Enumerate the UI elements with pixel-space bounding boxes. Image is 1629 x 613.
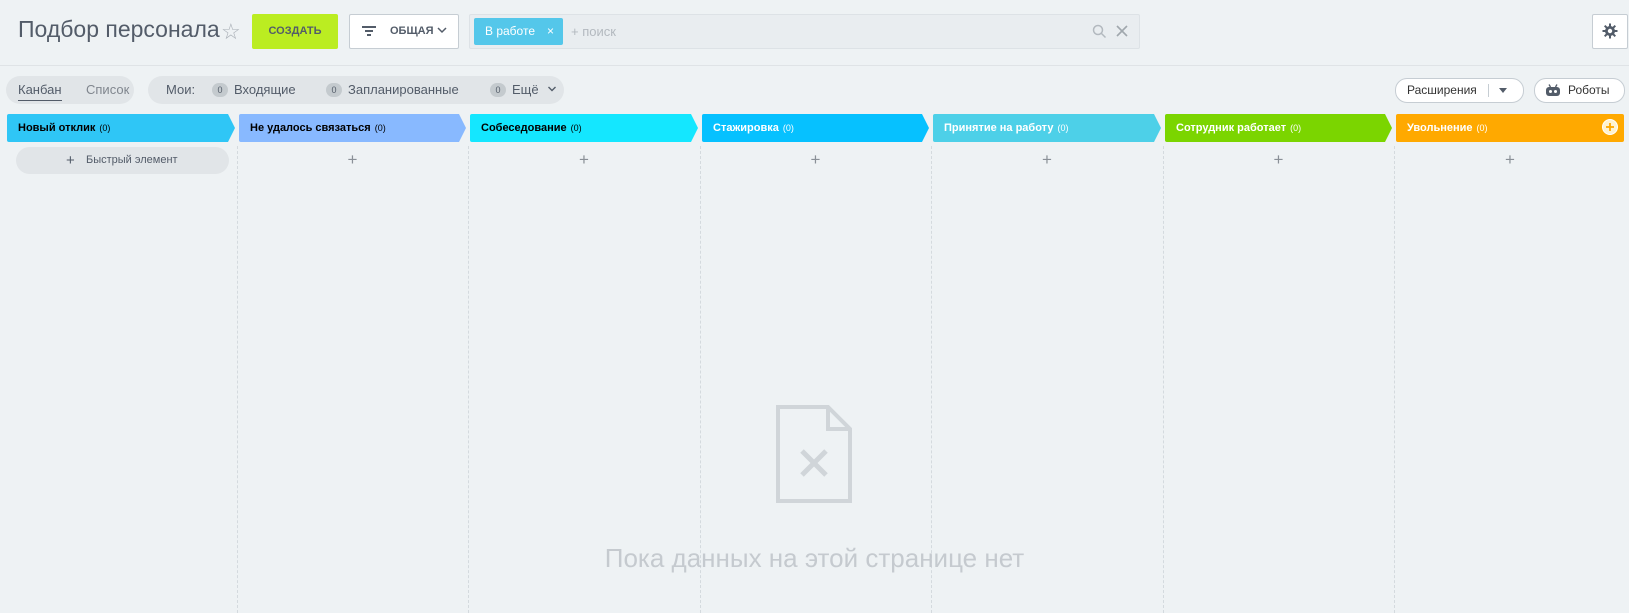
counter-label: Запланированные xyxy=(348,82,459,97)
counter-badge: 0 xyxy=(490,83,506,97)
chip-close-icon[interactable]: × xyxy=(547,24,554,38)
extensions-button[interactable]: Расширения xyxy=(1395,78,1524,103)
plus-icon: + xyxy=(66,152,75,169)
extensions-label: Расширения xyxy=(1407,83,1477,97)
column-add-button[interactable]: + xyxy=(1505,150,1515,170)
robots-label: Роботы xyxy=(1568,83,1610,97)
counter-badge: 0 xyxy=(326,83,342,97)
chevron-down-icon xyxy=(437,27,447,34)
counter-incoming[interactable]: 0 Входящие xyxy=(212,76,296,104)
search-bar[interactable]: В работе × + поиск xyxy=(469,14,1140,49)
create-button[interactable]: СОЗДАТЬ xyxy=(252,14,338,49)
column-count: (0) xyxy=(374,123,386,133)
column-title: Собеседование (0) xyxy=(481,114,582,142)
counter-label: Входящие xyxy=(234,82,296,97)
empty-document-icon xyxy=(776,405,852,503)
empty-state-text: Пока данных на этой странице нет xyxy=(604,543,1025,573)
view-list[interactable]: Список xyxy=(86,80,129,100)
column-count: (0) xyxy=(1476,123,1488,133)
column-name: Принятие на работу xyxy=(944,122,1054,134)
quick-add-label: Быстрый элемент xyxy=(86,154,178,166)
counter-planned[interactable]: 0 Запланированные xyxy=(326,76,459,104)
column-add-button[interactable]: + xyxy=(1042,150,1052,170)
column-header[interactable]: Сотрудник работает (0) xyxy=(1165,114,1392,142)
filter-icon xyxy=(362,26,376,36)
column-name: Новый отклик xyxy=(18,122,96,134)
column-title: Новый отклик (0) xyxy=(18,114,110,142)
column-count: (0) xyxy=(570,123,582,133)
counters-my-label: Мои: xyxy=(166,82,196,97)
view-switcher: Канбан Список xyxy=(6,76,134,104)
column-name: Увольнение xyxy=(1407,122,1473,134)
counter-label: Ещё xyxy=(512,82,539,97)
column-title: Сотрудник работает (0) xyxy=(1176,114,1301,142)
chevron-down-icon xyxy=(548,86,557,92)
column-name: Не удалось связаться xyxy=(250,122,371,134)
column-header[interactable]: Принятие на работу (0) xyxy=(933,114,1161,142)
column-name: Собеседование xyxy=(481,122,567,134)
column-add-button[interactable]: + xyxy=(579,150,589,170)
column-name: Стажировка xyxy=(713,122,779,134)
robot-icon xyxy=(1546,84,1560,96)
add-column-icon[interactable] xyxy=(1602,119,1618,135)
page-title: Подбор персонала xyxy=(18,16,220,42)
column-count: (0) xyxy=(1057,123,1069,133)
column-header[interactable]: Новый отклик (0) xyxy=(7,114,235,142)
button-separator xyxy=(1488,84,1489,97)
column-title: Стажировка (0) xyxy=(713,114,794,142)
dropdown-arrow-icon[interactable] xyxy=(1499,88,1507,93)
search-icon[interactable] xyxy=(1092,24,1107,39)
column-header[interactable]: Стажировка (0) xyxy=(702,114,929,142)
column-count: (0) xyxy=(782,123,794,133)
search-input[interactable]: + поиск xyxy=(571,15,616,48)
column-header[interactable]: Не удалось связаться (0) xyxy=(239,114,466,142)
header-divider xyxy=(0,65,1629,66)
column-count: (0) xyxy=(1290,123,1302,133)
robots-button[interactable]: Роботы xyxy=(1534,78,1625,103)
filter-preset-label: ОБЩАЯ xyxy=(390,25,434,37)
column-add-button[interactable]: + xyxy=(348,150,358,170)
column-name: Сотрудник работает xyxy=(1176,122,1287,134)
star-icon[interactable]: ☆ xyxy=(221,21,241,43)
column-header[interactable]: Собеседование (0) xyxy=(470,114,698,142)
column-add-button[interactable]: + xyxy=(811,150,821,170)
counters-panel: Мои: 0 Входящие 0 Запланированные 0 Ещё xyxy=(148,76,564,104)
column-add-button[interactable]: + xyxy=(1274,150,1284,170)
column-header[interactable]: Увольнение (0) xyxy=(1396,114,1624,142)
column-title: Принятие на работу (0) xyxy=(944,114,1068,142)
column-title: Не удалось связаться (0) xyxy=(250,114,386,142)
settings-button[interactable] xyxy=(1592,14,1628,49)
quick-add-button[interactable]: + Быстрый элемент xyxy=(16,147,229,174)
column-count: (0) xyxy=(99,123,111,133)
filter-chip[interactable]: В работе × xyxy=(474,18,564,45)
gear-icon xyxy=(1602,23,1618,39)
view-kanban[interactable]: Канбан xyxy=(18,80,62,101)
counter-badge: 0 xyxy=(212,83,228,97)
filter-preset-button[interactable]: ОБЩАЯ xyxy=(349,14,459,49)
clear-search-icon[interactable] xyxy=(1115,24,1129,38)
column-title: Увольнение (0) xyxy=(1407,114,1488,142)
filter-chip-label: В работе xyxy=(485,24,536,38)
counter-more[interactable]: 0 Ещё xyxy=(490,76,557,104)
